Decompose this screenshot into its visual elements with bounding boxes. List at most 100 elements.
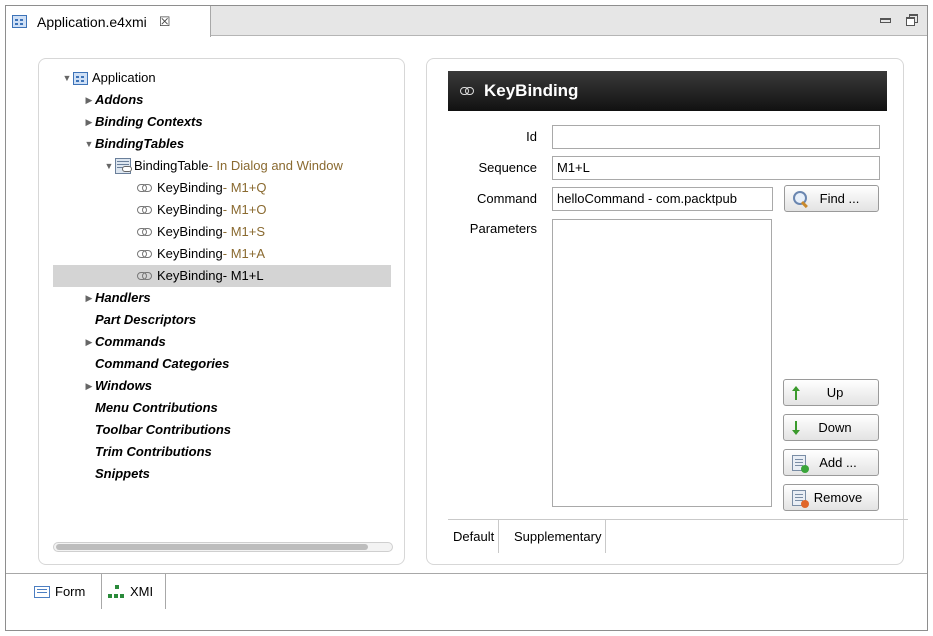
detail-title: KeyBinding bbox=[484, 81, 579, 100]
tab-default[interactable]: Default bbox=[449, 520, 500, 553]
find-button[interactable]: Find ... bbox=[784, 185, 879, 212]
form-icon bbox=[34, 585, 50, 598]
tab-form-label: Form bbox=[55, 584, 86, 599]
xmi-tree-icon bbox=[108, 584, 125, 599]
find-button-label: Find ... bbox=[819, 191, 860, 206]
parameters-label: Parameters bbox=[469, 221, 537, 236]
tree-item-keybinding[interactable]: KeyBinding - M1+S bbox=[39, 221, 404, 243]
tree-item-snippets[interactable]: Snippets bbox=[39, 463, 404, 485]
tree-item-menu-contributions[interactable]: Menu Contributions bbox=[39, 397, 404, 419]
tree-item-suffix: - M1+L bbox=[222, 268, 264, 283]
search-icon bbox=[793, 190, 809, 207]
keybinding-icon bbox=[460, 87, 474, 95]
tree-item-keybinding[interactable]: KeyBinding - M1+A bbox=[39, 243, 404, 265]
application-icon bbox=[12, 15, 27, 28]
tree-item-label: Toolbar Contributions bbox=[95, 422, 231, 437]
remove-button-label: Remove bbox=[813, 490, 863, 505]
collapse-triangle-icon[interactable]: ▶ bbox=[83, 375, 95, 397]
editor-window: Application.e4xmi ☒ ▼ Application ▶ Addo… bbox=[5, 5, 928, 631]
tree-item-label: Handlers bbox=[95, 290, 151, 305]
bottom-tab-bar: Form XMI bbox=[6, 573, 927, 609]
keybinding-icon bbox=[137, 249, 153, 259]
tree-item-label: KeyBinding bbox=[157, 246, 223, 261]
tree-item-binding-table[interactable]: ▼ BindingTable - In Dialog and Window bbox=[39, 155, 404, 177]
arrow-down-icon bbox=[792, 420, 800, 435]
collapse-triangle-icon[interactable]: ▶ bbox=[83, 287, 95, 309]
parameters-list[interactable] bbox=[552, 219, 772, 507]
collapse-triangle-icon[interactable]: ▶ bbox=[83, 111, 95, 133]
expand-triangle-icon[interactable]: ▼ bbox=[83, 133, 95, 155]
tree-item-trim-contributions[interactable]: Trim Contributions bbox=[39, 441, 404, 463]
add-button[interactable]: Add ... bbox=[783, 449, 879, 476]
scrollbar-thumb[interactable] bbox=[56, 544, 368, 550]
editor-tab-application[interactable]: Application.e4xmi ☒ bbox=[6, 6, 211, 37]
tree-item-label: BindingTable bbox=[134, 158, 209, 173]
tree-item-commands[interactable]: ▶ Commands bbox=[39, 331, 404, 353]
tree-item-keybinding[interactable]: KeyBinding - M1+O bbox=[39, 199, 404, 221]
tree-item-windows[interactable]: ▶ Windows bbox=[39, 375, 404, 397]
tree-item-addons[interactable]: ▶ Addons bbox=[39, 89, 404, 111]
tree-item-suffix: - M1+O bbox=[222, 202, 267, 217]
tab-xmi-label: XMI bbox=[130, 584, 154, 599]
model-tree: ▼ Application ▶ Addons ▶ Binding Context… bbox=[39, 67, 404, 485]
tree-item-label: KeyBinding bbox=[157, 180, 223, 195]
id-label: Id bbox=[526, 129, 537, 144]
tree-item-binding-tables[interactable]: ▼ BindingTables bbox=[39, 133, 404, 155]
application-icon bbox=[73, 71, 88, 85]
arrow-up-icon bbox=[792, 385, 800, 400]
sequence-label: Sequence bbox=[478, 160, 537, 175]
editor-tab-strip: Application.e4xmi ☒ bbox=[6, 6, 927, 37]
tree-item-label: Trim Contributions bbox=[95, 444, 212, 459]
remove-button[interactable]: Remove bbox=[783, 484, 879, 511]
tree-item-toolbar-contributions[interactable]: Toolbar Contributions bbox=[39, 419, 404, 441]
id-field[interactable] bbox=[552, 125, 880, 149]
collapse-triangle-icon[interactable]: ▶ bbox=[83, 331, 95, 353]
up-button-label: Up bbox=[826, 385, 844, 400]
detail-panel: KeyBinding Id Sequence M1+L Command hell… bbox=[426, 58, 908, 565]
tree-item-label: KeyBinding bbox=[157, 224, 223, 239]
tree-item-label: Binding Contexts bbox=[95, 114, 203, 129]
editor-tab-label: Application.e4xmi bbox=[37, 13, 147, 30]
tab-form[interactable]: Form bbox=[28, 574, 101, 609]
tree-item-label: Part Descriptors bbox=[95, 312, 197, 327]
tree-item-label: Command Categories bbox=[95, 356, 230, 371]
tree-item-suffix: - M1+Q bbox=[222, 180, 267, 195]
remove-document-icon bbox=[792, 489, 809, 508]
tree-item-suffix: - M1+A bbox=[222, 246, 266, 261]
tree-item-label: KeyBinding bbox=[157, 268, 223, 283]
down-button[interactable]: Down bbox=[783, 414, 879, 441]
keybinding-icon bbox=[137, 183, 153, 193]
command-field[interactable]: helloCommand - com.packtpub bbox=[552, 187, 773, 211]
minimize-icon[interactable] bbox=[880, 18, 891, 23]
tree-item-keybinding-selected[interactable]: KeyBinding - M1+L bbox=[53, 265, 391, 287]
tab-supplementary[interactable]: Supplementary bbox=[510, 520, 607, 553]
tree-item-handlers[interactable]: ▶ Handlers bbox=[39, 287, 404, 309]
close-icon[interactable]: ☒ bbox=[159, 14, 171, 30]
tree-item-label: Addons bbox=[95, 92, 144, 107]
keybinding-icon bbox=[137, 271, 153, 281]
collapse-triangle-icon[interactable]: ▶ bbox=[83, 89, 95, 111]
detail-header: KeyBinding bbox=[448, 71, 887, 111]
tree-item-label: Snippets bbox=[95, 466, 150, 481]
expand-triangle-icon[interactable]: ▼ bbox=[103, 155, 115, 177]
tree-item-binding-contexts[interactable]: ▶ Binding Contexts bbox=[39, 111, 404, 133]
sequence-field[interactable]: M1+L bbox=[552, 156, 880, 180]
restore-icon[interactable] bbox=[906, 14, 918, 26]
detail-tab-bar: Default Supplementary bbox=[448, 519, 908, 553]
keybinding-icon bbox=[137, 227, 153, 237]
tree-item-label: Application bbox=[92, 70, 156, 85]
tree-item-label: BindingTables bbox=[95, 136, 185, 151]
model-tree-panel: ▼ Application ▶ Addons ▶ Binding Context… bbox=[38, 58, 405, 565]
tab-xmi[interactable]: XMI bbox=[101, 574, 166, 609]
down-button-label: Down bbox=[818, 420, 852, 435]
tree-item-label: KeyBinding bbox=[157, 202, 223, 217]
tree-item-application[interactable]: ▼ Application bbox=[39, 67, 404, 89]
tree-item-keybinding[interactable]: KeyBinding - M1+Q bbox=[39, 177, 404, 199]
tree-item-part-descriptors[interactable]: Part Descriptors bbox=[39, 309, 404, 331]
expand-triangle-icon[interactable]: ▼ bbox=[61, 67, 73, 89]
horizontal-scrollbar[interactable] bbox=[53, 542, 393, 552]
tree-item-suffix: - M1+S bbox=[222, 224, 266, 239]
keybinding-icon bbox=[137, 205, 153, 215]
up-button[interactable]: Up bbox=[783, 379, 879, 406]
tree-item-command-categories[interactable]: Command Categories bbox=[39, 353, 404, 375]
